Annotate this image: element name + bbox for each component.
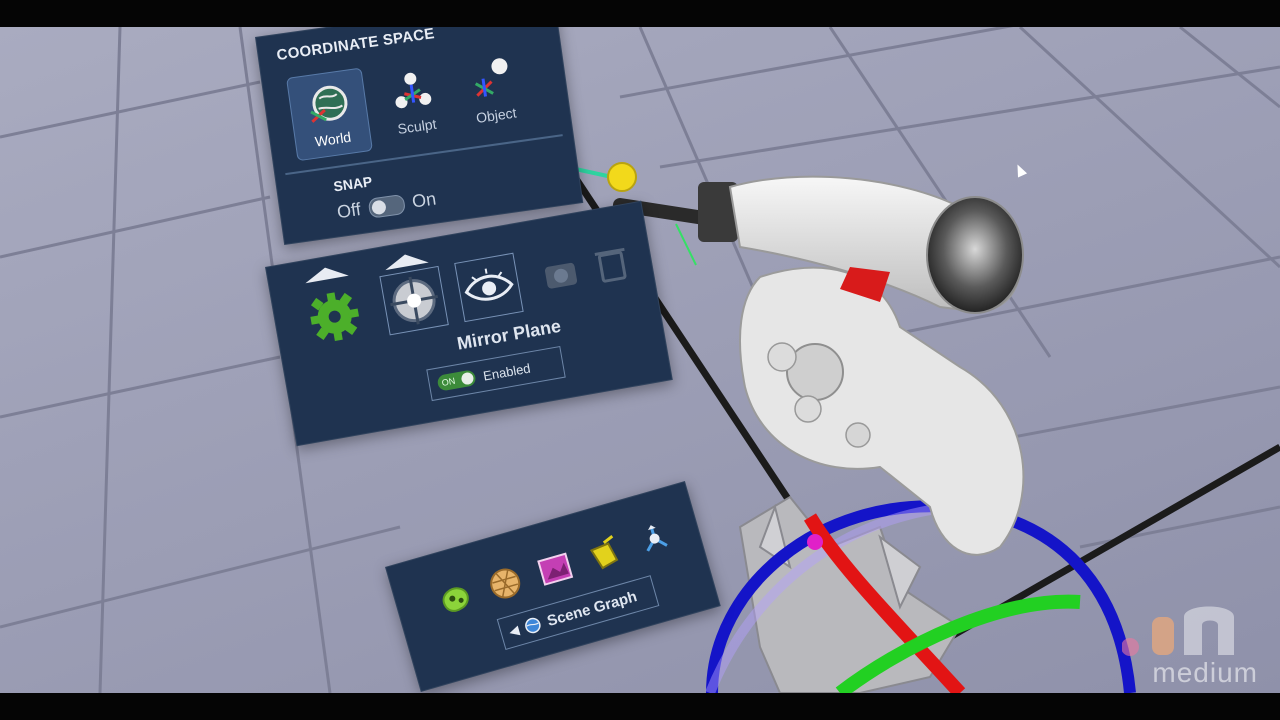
layer-paint[interactable] [583,533,628,578]
on-switch[interactable]: ON [436,369,477,392]
toggle-knob [460,371,475,386]
trash-icon [594,247,627,283]
mirror-enabled-toggle[interactable]: ON Enabled [426,345,566,402]
expand-arrow-icon [303,263,349,284]
blob-icon [442,587,469,612]
letterbox-top [0,0,1280,27]
layer-group[interactable] [633,518,678,563]
switch-state-label: ON [440,375,457,388]
camera-icon [544,262,578,289]
layer-sphere[interactable] [483,561,528,606]
enabled-label: Enabled [481,360,532,384]
paint-bucket-icon [589,534,619,570]
snap-toggle[interactable] [367,193,406,219]
geodesic-sphere-icon [490,568,521,599]
object-axes-icon [451,51,532,113]
coordinate-option-sculpt[interactable]: Sculpt [371,56,456,148]
mirror-plane-icon [390,276,438,325]
globe-icon [288,75,369,137]
snap-off-label: Off [335,199,363,223]
toggle-knob [370,199,387,215]
tool-settings[interactable] [301,263,368,347]
gear-icon [310,292,360,341]
tool-mirror-plane[interactable] [379,250,449,336]
laser-tip [607,162,637,192]
axes-icon [372,62,453,124]
watermark-text: medium [1152,657,1258,688]
globe-icon [525,617,541,634]
group-node-icon [646,525,668,552]
coordinate-option-object[interactable]: Object [450,45,535,137]
snap-toggle-row[interactable]: Off On [336,188,438,223]
letterbox-bottom [0,693,1280,720]
layer-image[interactable] [533,547,578,592]
medium-logo-icon [1122,599,1252,657]
scene-graph-label: Scene Graph [545,587,639,630]
image-layer-icon [537,552,574,586]
layer-blob[interactable] [433,576,478,621]
snap-title: SNAP [332,173,374,195]
tool-delete[interactable] [588,229,655,296]
eye-icon [464,268,514,301]
watermark: medium [1122,599,1258,689]
vr-viewport[interactable]: COORDINATE SPACE World Sculpt Object SNA… [0,27,1280,693]
snap-on-label: On [410,188,438,212]
tool-visibility[interactable] [454,252,524,323]
coordinate-option-world[interactable]: World [286,67,373,162]
arrow-left-icon: ◀ [507,622,521,639]
tool-camera[interactable] [529,240,596,307]
coordinate-space-title: COORDINATE SPACE [275,27,436,65]
expand-arrow-icon [383,250,429,271]
